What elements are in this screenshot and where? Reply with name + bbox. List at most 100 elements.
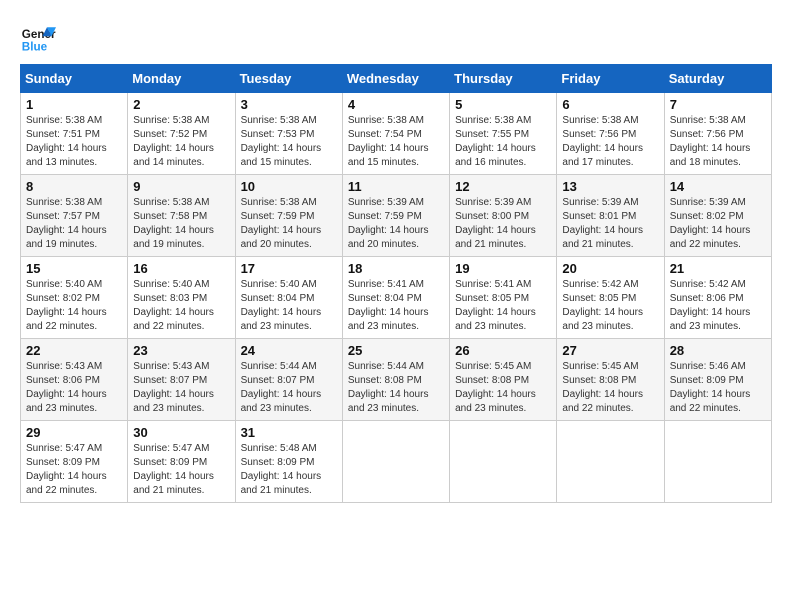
day-info: Sunrise: 5:38 AM Sunset: 7:59 PM Dayligh…	[241, 196, 337, 252]
header-thursday: Thursday	[450, 65, 557, 93]
day-number: 28	[670, 343, 766, 358]
day-info: Sunrise: 5:39 AM Sunset: 8:00 PM Dayligh…	[455, 196, 551, 252]
day-number: 19	[455, 261, 551, 276]
calendar-day-cell: 3 Sunrise: 5:38 AM Sunset: 7:53 PM Daylig…	[235, 93, 342, 175]
day-number: 14	[670, 179, 766, 194]
calendar-day-cell: 2 Sunrise: 5:38 AM Sunset: 7:52 PM Daylig…	[128, 93, 235, 175]
calendar-day-cell: 14 Sunrise: 5:39 AM Sunset: 8:02 PM Dayli…	[664, 175, 771, 257]
day-number: 22	[26, 343, 122, 358]
day-number: 20	[562, 261, 658, 276]
day-number: 8	[26, 179, 122, 194]
day-info: Sunrise: 5:39 AM Sunset: 8:01 PM Dayligh…	[562, 196, 658, 252]
day-info: Sunrise: 5:42 AM Sunset: 8:06 PM Dayligh…	[670, 278, 766, 334]
day-info: Sunrise: 5:48 AM Sunset: 8:09 PM Dayligh…	[241, 442, 337, 498]
logo-icon: General Blue	[20, 20, 56, 56]
day-info: Sunrise: 5:41 AM Sunset: 8:05 PM Dayligh…	[455, 278, 551, 334]
calendar-day-cell: 29Sunrise: 5:47 AM Sunset: 8:09 PM Dayli…	[21, 421, 128, 503]
day-number: 26	[455, 343, 551, 358]
calendar-day-cell: 13 Sunrise: 5:39 AM Sunset: 8:01 PM Dayli…	[557, 175, 664, 257]
day-number: 13	[562, 179, 658, 194]
day-number: 1	[26, 97, 122, 112]
day-number: 24	[241, 343, 337, 358]
day-info: Sunrise: 5:39 AM Sunset: 7:59 PM Dayligh…	[348, 196, 444, 252]
calendar-day-cell: 18 Sunrise: 5:41 AM Sunset: 8:04 PM Dayli…	[342, 257, 449, 339]
logo: General Blue	[20, 20, 56, 56]
day-info: Sunrise: 5:38 AM Sunset: 7:57 PM Dayligh…	[26, 196, 122, 252]
day-info: Sunrise: 5:39 AM Sunset: 8:02 PM Dayligh…	[670, 196, 766, 252]
calendar-table: SundayMondayTuesdayWednesdayThursdayFrid…	[20, 64, 772, 503]
header-tuesday: Tuesday	[235, 65, 342, 93]
calendar-day-cell: 21 Sunrise: 5:42 AM Sunset: 8:06 PM Dayli…	[664, 257, 771, 339]
calendar-week-row: 22 Sunrise: 5:43 AM Sunset: 8:06 PM Dayli…	[21, 339, 772, 421]
day-info: Sunrise: 5:45 AM Sunset: 8:08 PM Dayligh…	[455, 360, 551, 416]
day-info: Sunrise: 5:43 AM Sunset: 8:06 PM Dayligh…	[26, 360, 122, 416]
day-info: Sunrise: 5:44 AM Sunset: 8:08 PM Dayligh…	[348, 360, 444, 416]
calendar-day-cell: 23 Sunrise: 5:43 AM Sunset: 8:07 PM Dayli…	[128, 339, 235, 421]
day-number: 7	[670, 97, 766, 112]
day-info: Sunrise: 5:43 AM Sunset: 8:07 PM Dayligh…	[133, 360, 229, 416]
calendar-day-cell: 7 Sunrise: 5:38 AM Sunset: 7:56 PM Daylig…	[664, 93, 771, 175]
day-info: Sunrise: 5:38 AM Sunset: 7:54 PM Dayligh…	[348, 114, 444, 170]
day-number: 18	[348, 261, 444, 276]
calendar-week-row: 15 Sunrise: 5:40 AM Sunset: 8:02 PM Dayli…	[21, 257, 772, 339]
day-number: 27	[562, 343, 658, 358]
day-number: 15	[26, 261, 122, 276]
day-info: Sunrise: 5:38 AM Sunset: 7:53 PM Dayligh…	[241, 114, 337, 170]
calendar-day-cell: 15 Sunrise: 5:40 AM Sunset: 8:02 PM Dayli…	[21, 257, 128, 339]
day-number: 11	[348, 179, 444, 194]
day-info: Sunrise: 5:47 AM Sunset: 8:09 PM Dayligh…	[26, 442, 122, 498]
empty-cell	[342, 421, 449, 503]
header-wednesday: Wednesday	[342, 65, 449, 93]
calendar-day-cell: 9 Sunrise: 5:38 AM Sunset: 7:58 PM Daylig…	[128, 175, 235, 257]
day-number: 6	[562, 97, 658, 112]
calendar-day-cell: 25Sunrise: 5:44 AM Sunset: 8:08 PM Dayli…	[342, 339, 449, 421]
day-info: Sunrise: 5:46 AM Sunset: 8:09 PM Dayligh…	[670, 360, 766, 416]
day-number: 21	[670, 261, 766, 276]
day-info: Sunrise: 5:38 AM Sunset: 7:51 PM Dayligh…	[26, 114, 122, 170]
day-number: 17	[241, 261, 337, 276]
day-info: Sunrise: 5:38 AM Sunset: 7:58 PM Dayligh…	[133, 196, 229, 252]
calendar-day-cell: 31 Sunrise: 5:48 AM Sunset: 8:09 PM Dayli…	[235, 421, 342, 503]
calendar-day-cell: 16 Sunrise: 5:40 AM Sunset: 8:03 PM Dayli…	[128, 257, 235, 339]
calendar-header-row: SundayMondayTuesdayWednesdayThursdayFrid…	[21, 65, 772, 93]
calendar-day-cell: 20Sunrise: 5:42 AM Sunset: 8:05 PM Dayli…	[557, 257, 664, 339]
day-info: Sunrise: 5:38 AM Sunset: 7:52 PM Dayligh…	[133, 114, 229, 170]
calendar-day-cell: 5Sunrise: 5:38 AM Sunset: 7:55 PM Daylig…	[450, 93, 557, 175]
day-number: 30	[133, 425, 229, 440]
svg-text:Blue: Blue	[22, 41, 48, 54]
empty-cell	[557, 421, 664, 503]
day-info: Sunrise: 5:47 AM Sunset: 8:09 PM Dayligh…	[133, 442, 229, 498]
calendar-day-cell: 4 Sunrise: 5:38 AM Sunset: 7:54 PM Daylig…	[342, 93, 449, 175]
calendar-day-cell: 28 Sunrise: 5:46 AM Sunset: 8:09 PM Dayli…	[664, 339, 771, 421]
day-info: Sunrise: 5:41 AM Sunset: 8:04 PM Dayligh…	[348, 278, 444, 334]
day-number: 9	[133, 179, 229, 194]
day-info: Sunrise: 5:44 AM Sunset: 8:07 PM Dayligh…	[241, 360, 337, 416]
calendar-day-cell: 10Sunrise: 5:38 AM Sunset: 7:59 PM Dayli…	[235, 175, 342, 257]
calendar-day-cell: 30 Sunrise: 5:47 AM Sunset: 8:09 PM Dayli…	[128, 421, 235, 503]
day-info: Sunrise: 5:40 AM Sunset: 8:02 PM Dayligh…	[26, 278, 122, 334]
calendar-week-row: 8 Sunrise: 5:38 AM Sunset: 7:57 PM Daylig…	[21, 175, 772, 257]
day-info: Sunrise: 5:45 AM Sunset: 8:08 PM Dayligh…	[562, 360, 658, 416]
calendar-day-cell: 24 Sunrise: 5:44 AM Sunset: 8:07 PM Dayli…	[235, 339, 342, 421]
day-number: 2	[133, 97, 229, 112]
page-header: General Blue	[20, 20, 772, 56]
header-friday: Friday	[557, 65, 664, 93]
empty-cell	[664, 421, 771, 503]
day-number: 23	[133, 343, 229, 358]
day-info: Sunrise: 5:40 AM Sunset: 8:03 PM Dayligh…	[133, 278, 229, 334]
calendar-day-cell: 17Sunrise: 5:40 AM Sunset: 8:04 PM Dayli…	[235, 257, 342, 339]
calendar-day-cell: 27 Sunrise: 5:45 AM Sunset: 8:08 PM Dayli…	[557, 339, 664, 421]
day-number: 31	[241, 425, 337, 440]
calendar-day-cell: 22 Sunrise: 5:43 AM Sunset: 8:06 PM Dayli…	[21, 339, 128, 421]
day-number: 16	[133, 261, 229, 276]
day-info: Sunrise: 5:38 AM Sunset: 7:56 PM Dayligh…	[562, 114, 658, 170]
day-number: 4	[348, 97, 444, 112]
day-info: Sunrise: 5:38 AM Sunset: 7:56 PM Dayligh…	[670, 114, 766, 170]
day-number: 3	[241, 97, 337, 112]
calendar-day-cell: 19 Sunrise: 5:41 AM Sunset: 8:05 PM Dayli…	[450, 257, 557, 339]
header-saturday: Saturday	[664, 65, 771, 93]
calendar-day-cell: 11 Sunrise: 5:39 AM Sunset: 7:59 PM Dayli…	[342, 175, 449, 257]
header-monday: Monday	[128, 65, 235, 93]
day-number: 12	[455, 179, 551, 194]
empty-cell	[450, 421, 557, 503]
